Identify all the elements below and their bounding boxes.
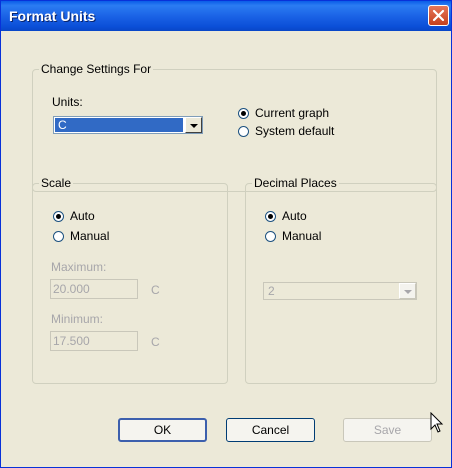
scale-radio-manual-label: Manual: [70, 229, 110, 243]
units-label: Units:: [52, 95, 83, 109]
decimal-places-value: 2: [268, 284, 275, 298]
radio-current-graph-label: Current graph: [255, 106, 330, 120]
maximum-unit: C: [151, 283, 160, 297]
scale-radio-auto[interactable]: Auto: [53, 208, 95, 224]
ok-button[interactable]: OK: [118, 418, 207, 442]
scale-radio-auto-label: Auto: [70, 209, 95, 223]
radio-current-graph-indicator[interactable]: [238, 107, 249, 119]
scale-radio-auto-indicator[interactable]: [53, 210, 64, 222]
dialog-body: Change Settings For Units: C Current gra…: [5, 32, 447, 463]
maximum-label: Maximum:: [51, 260, 107, 274]
mouse-pointer-icon: [430, 412, 444, 433]
radio-system-default[interactable]: System default: [238, 123, 334, 139]
scale-legend: Scale: [41, 176, 72, 190]
radio-current-graph[interactable]: Current graph: [238, 105, 329, 121]
decimal-radio-auto-label: Auto: [282, 209, 307, 223]
change-settings-legend: Change Settings For: [41, 62, 152, 76]
decimal-radio-manual-label: Manual: [282, 229, 322, 243]
radio-system-default-indicator[interactable]: [238, 125, 249, 137]
units-dropdown[interactable]: C: [53, 116, 203, 134]
maximum-input[interactable]: 20.000: [50, 279, 138, 299]
decimal-places-dropdown[interactable]: 2: [263, 282, 417, 300]
minimum-unit: C: [151, 335, 160, 349]
decimal-radio-auto[interactable]: Auto: [265, 208, 307, 224]
cancel-button[interactable]: Cancel: [226, 418, 315, 442]
minimum-input[interactable]: 17.500: [50, 331, 138, 351]
scale-radio-manual[interactable]: Manual: [53, 228, 109, 244]
title-bar[interactable]: Format Units: [1, 1, 451, 31]
decimal-radio-manual-indicator[interactable]: [265, 230, 276, 242]
decimal-radio-manual[interactable]: Manual: [265, 228, 321, 244]
scale-radio-manual-indicator[interactable]: [53, 230, 64, 242]
window-title: Format Units: [9, 8, 96, 24]
close-button[interactable]: [428, 5, 449, 26]
decimal-places-legend: Decimal Places: [254, 176, 337, 190]
decimal-radio-auto-indicator[interactable]: [265, 210, 276, 222]
radio-system-default-label: System default: [255, 124, 335, 138]
format-units-dialog: Format Units Change Settings For Units: …: [0, 0, 452, 468]
close-icon: [432, 9, 445, 22]
chevron-down-icon[interactable]: [399, 283, 416, 299]
units-selected-value: C: [55, 118, 183, 132]
minimum-label: Minimum:: [51, 312, 104, 326]
save-button[interactable]: Save: [343, 418, 432, 442]
chevron-down-icon[interactable]: [185, 117, 202, 133]
